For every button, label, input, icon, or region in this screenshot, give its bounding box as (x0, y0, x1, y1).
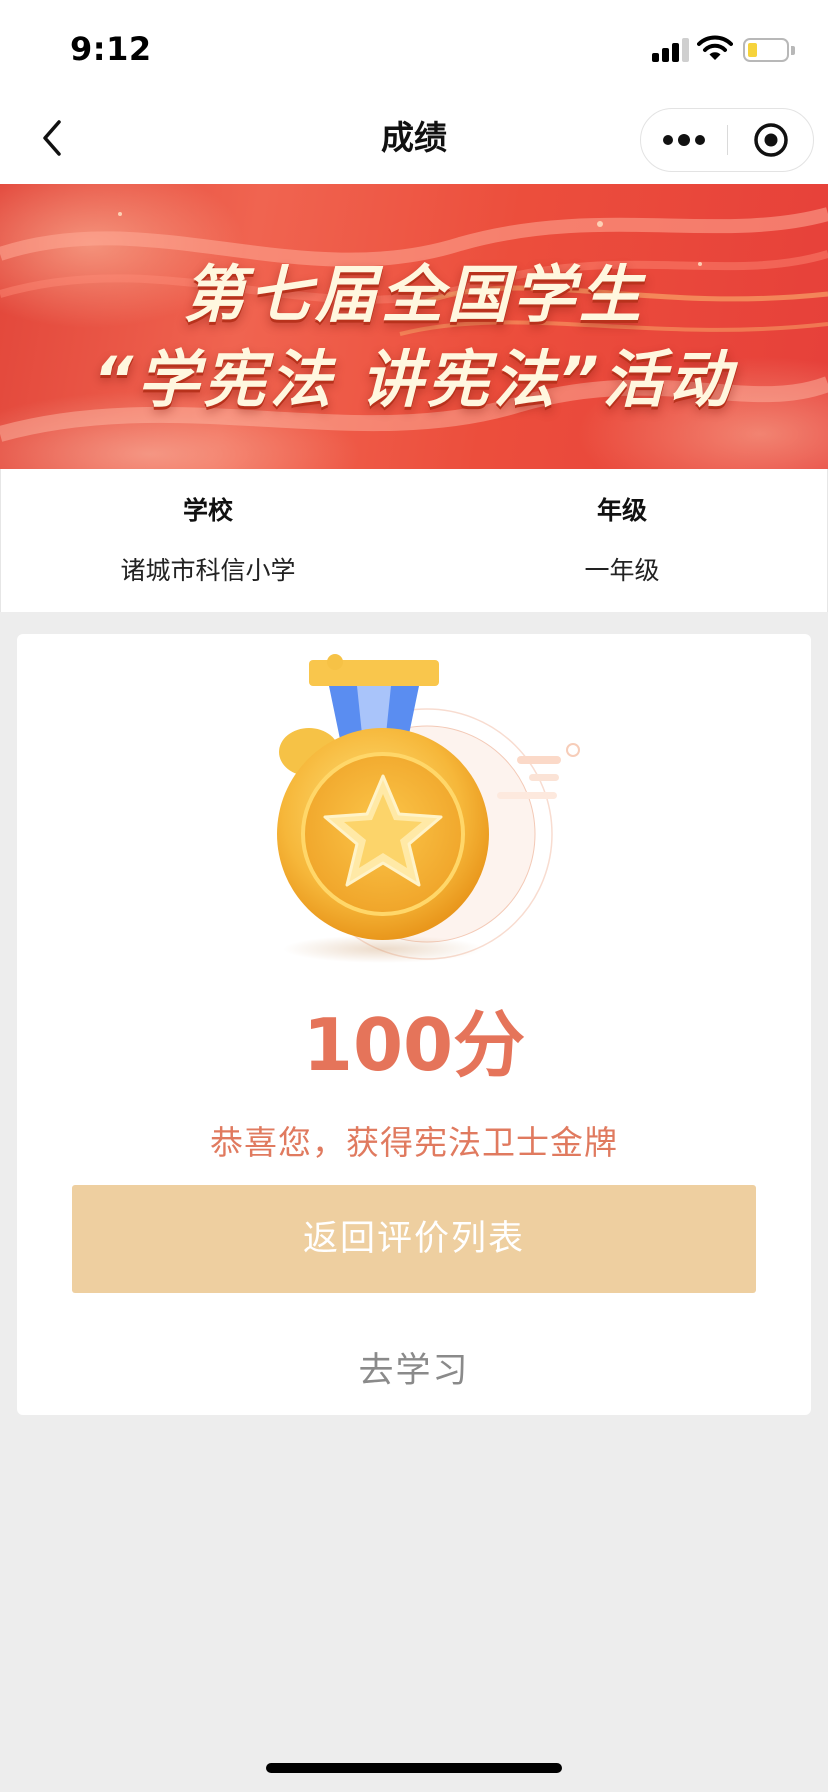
student-info: 学校 诸城市科信小学 年级 一年级 (0, 469, 828, 612)
battery-cap (791, 46, 795, 55)
target-close-icon (754, 123, 788, 157)
banner-title-line1: 第七届全国学生 (182, 258, 645, 331)
cellular-signal-icon (652, 36, 692, 62)
congratulations-text: 恭喜您，获得宪法卫士金牌 (210, 1123, 618, 1162)
grade-column: 年级 一年级 (415, 469, 828, 612)
wifi-icon (697, 34, 733, 62)
score-value: 100分 (302, 1003, 526, 1087)
grade-label: 年级 (596, 496, 647, 525)
more-dots-icon (663, 134, 705, 146)
result-card: 100分 恭喜您，获得宪法卫士金牌 返回评价列表 去学习 (17, 634, 811, 1415)
back-to-evaluation-list-button[interactable]: 返回评价列表 (72, 1185, 756, 1293)
go-study-link[interactable]: 去学习 (17, 1342, 811, 1393)
grade-value: 一年级 (584, 556, 660, 585)
status-time: 9:12 (70, 30, 152, 68)
chevron-left-icon (43, 120, 61, 156)
banner-title-line2: “学宪法 讲宪法”活动 (93, 343, 735, 416)
more-button[interactable] (641, 109, 727, 171)
back-button[interactable] (26, 112, 78, 164)
close-mini-program-button[interactable] (728, 109, 814, 171)
school-value: 诸城市科信小学 (120, 556, 296, 585)
school-label: 学校 (182, 496, 233, 525)
home-indicator (266, 1763, 562, 1773)
status-bar: 9:12 (0, 0, 828, 92)
navigation-bar: 成绩 (0, 92, 828, 184)
battery-low-icon (743, 38, 789, 62)
gold-medal-star-icon (247, 654, 607, 964)
mini-program-capsule (640, 108, 814, 172)
event-banner: 第七届全国学生 “学宪法 讲宪法”活动 (0, 184, 828, 469)
school-column: 学校 诸城市科信小学 (1, 469, 415, 612)
